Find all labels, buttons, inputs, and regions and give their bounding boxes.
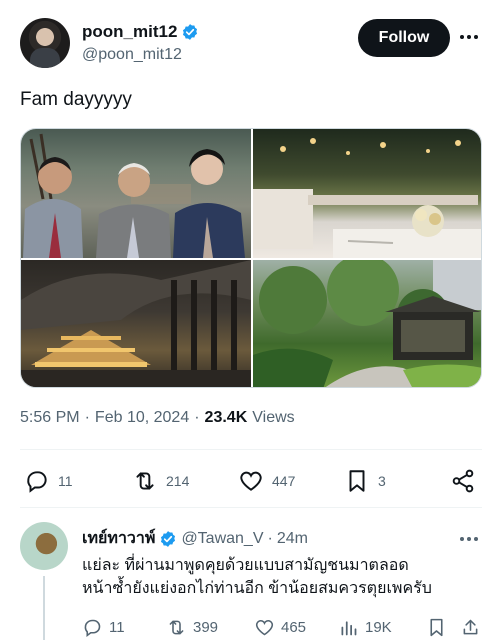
reply-separator: · xyxy=(267,529,273,547)
repost-button[interactable]: 214 xyxy=(132,466,189,496)
photo-dinner-tables[interactable] xyxy=(253,129,481,258)
reply-count: 11 xyxy=(58,473,73,489)
reply-item: เทย์ทาวาพ์ @Tawan_V · 24m แย่ละ ที่ผ่านม… xyxy=(20,522,482,640)
like-count: 465 xyxy=(281,618,307,636)
like-button[interactable]: 465 xyxy=(254,615,306,639)
reply-avatar[interactable] xyxy=(20,522,68,570)
author-name-row[interactable]: poon_mit12 xyxy=(82,22,199,42)
like-icon xyxy=(255,619,274,635)
repost-count: 214 xyxy=(166,473,190,489)
photo-building-interior[interactable] xyxy=(21,260,251,387)
repost-icon xyxy=(136,472,154,490)
author-avatar[interactable] xyxy=(20,18,70,68)
more-icon[interactable] xyxy=(456,530,482,548)
reply-display-name[interactable]: เทย์ทาวาพ์ xyxy=(82,526,155,551)
repost-button[interactable]: 399 xyxy=(166,615,218,639)
divider xyxy=(20,507,482,508)
share-icon xyxy=(463,619,478,634)
divider xyxy=(20,449,482,450)
reply-header: เทย์ทาวาพ์ @Tawan_V · 24m xyxy=(82,526,308,551)
post-header: poon_mit12 @poon_mit12 Follow xyxy=(20,18,482,70)
like-icon xyxy=(240,471,262,491)
thread-line xyxy=(43,576,45,640)
reply-button[interactable]: 11 xyxy=(24,466,73,496)
more-icon[interactable] xyxy=(456,26,482,48)
meta-separator: · xyxy=(84,409,90,426)
reply-text-line: แย่ละ ที่ผ่านมาพูดคุยด้วยแบบสามัญชนมาตลอ… xyxy=(82,557,409,574)
share-button[interactable] xyxy=(450,466,476,496)
reply-count: 11 xyxy=(109,618,125,636)
verified-badge-icon xyxy=(161,530,176,547)
views-button[interactable]: 19K xyxy=(338,615,392,639)
post-meta: 5:56 PM · Feb 10, 2024 · 23.4K Views xyxy=(20,409,295,427)
post-actions: 11 214 447 3 xyxy=(20,466,482,496)
views-count: 19K xyxy=(365,618,392,636)
follow-button[interactable]: Follow xyxy=(358,19,450,57)
views-label: Views xyxy=(252,409,295,426)
author-handle[interactable]: @poon_mit12 xyxy=(82,46,182,64)
author-display-name[interactable]: poon_mit12 xyxy=(82,22,177,42)
share-button[interactable] xyxy=(460,615,481,639)
reply-icon xyxy=(84,619,101,637)
bookmark-icon xyxy=(430,618,443,636)
reply-text: แย่ละ ที่ผ่านมาพูดคุยด้วยแบบสามัญชนมาตลอ… xyxy=(82,554,482,600)
repost-icon xyxy=(169,620,184,634)
repost-count: 399 xyxy=(193,618,219,636)
reply-actions: 11 399 465 19K xyxy=(82,615,482,639)
reply-button[interactable]: 11 xyxy=(82,615,125,639)
bookmark-count: 3 xyxy=(378,473,386,489)
views-count: 23.4K xyxy=(204,409,248,426)
reply-icon xyxy=(27,471,47,493)
reply-time[interactable]: 24m xyxy=(277,530,308,548)
like-button[interactable]: 447 xyxy=(238,466,295,496)
meta-separator: · xyxy=(194,409,200,426)
views-icon xyxy=(341,620,357,635)
bookmark-icon xyxy=(349,470,365,492)
photo-family-portrait[interactable] xyxy=(21,129,251,258)
post-time[interactable]: 5:56 PM xyxy=(20,409,80,427)
verified-badge-icon xyxy=(183,24,198,40)
reply-text-line: หน้าซ้ำยังแย่งอกไก่ท่านอีก ข้าน้อยสมควรต… xyxy=(82,580,432,597)
reply-handle[interactable]: @Tawan_V xyxy=(181,530,263,548)
photo-garden-pavilion[interactable] xyxy=(253,260,481,387)
bookmark-button[interactable] xyxy=(426,615,447,639)
share-icon xyxy=(452,469,474,493)
bookmark-button[interactable]: 3 xyxy=(344,466,386,496)
media-grid xyxy=(20,128,482,388)
post-text: Fam dayyyyy xyxy=(20,89,132,110)
post-date[interactable]: Feb 10, 2024 xyxy=(95,409,189,427)
like-count: 447 xyxy=(272,473,296,489)
